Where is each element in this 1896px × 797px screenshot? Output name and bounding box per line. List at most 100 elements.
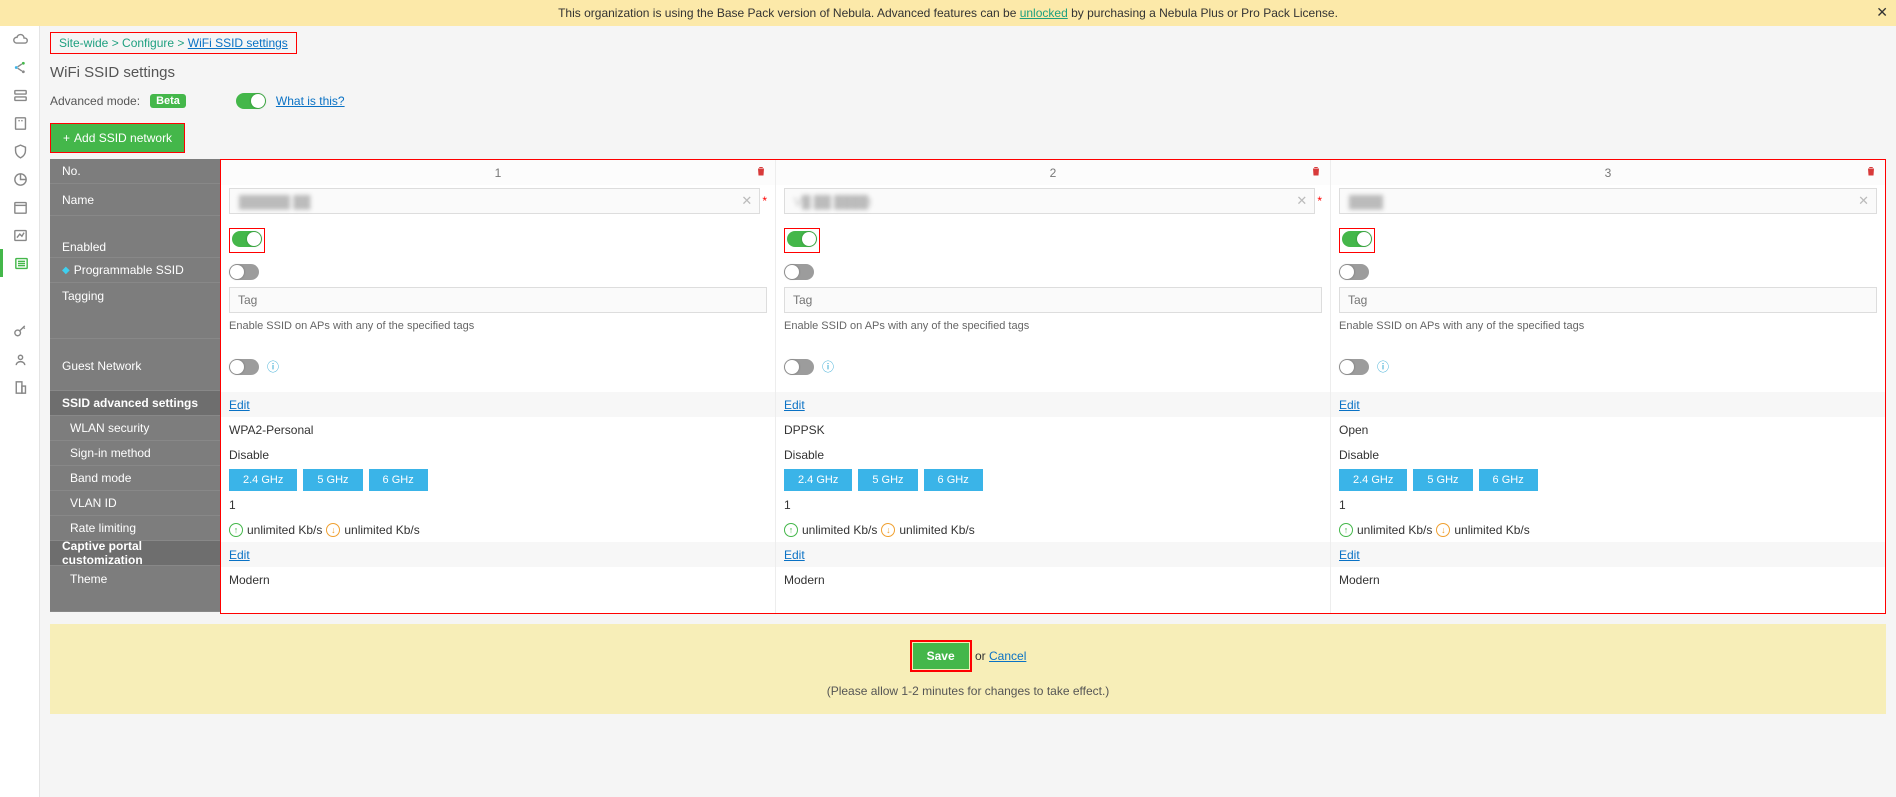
rate-cell: ↑unlimited Kb/s ↓unlimited Kb/s (221, 517, 775, 542)
trash-icon[interactable] (1865, 165, 1877, 180)
nav-cloud-icon[interactable] (0, 25, 40, 53)
edit-link[interactable]: Edit (784, 548, 805, 562)
footer-bar: Save or Cancel (Please allow 1-2 minutes… (50, 624, 1886, 714)
rate-down-icon: ↓ (326, 523, 340, 537)
save-button[interactable]: Save (913, 643, 969, 669)
label-ssid-advanced: SSID advanced settings (50, 391, 220, 416)
name-cell: V█ ██ ████t✕* (776, 185, 1330, 217)
tag-input[interactable] (784, 287, 1322, 313)
nav-shield-icon[interactable] (0, 137, 40, 165)
nav-share-icon[interactable] (0, 53, 40, 81)
sidebar (0, 0, 40, 797)
signin-cell: Disable (221, 442, 775, 467)
vlan-cell: 1 (1331, 492, 1885, 517)
band-chip: 6 GHz (369, 469, 428, 491)
label-wlan-security: WLAN security (50, 416, 220, 441)
label-captive-portal: Captive portal customization (50, 541, 220, 566)
breadcrumb-sitewide[interactable]: Site-wide (59, 36, 108, 50)
ssid-name-input[interactable] (229, 188, 760, 214)
nav-org-icon[interactable] (0, 109, 40, 137)
col-number: 2 (1050, 166, 1057, 180)
clear-icon[interactable]: ✕ (1296, 193, 1307, 209)
clear-icon[interactable]: ✕ (741, 193, 752, 209)
guest-toggle[interactable] (229, 359, 259, 375)
edit-link[interactable]: Edit (1339, 398, 1360, 412)
programmable-toggle[interactable] (784, 264, 814, 280)
col-header: 1 (221, 160, 775, 185)
nav-server-icon[interactable] (0, 81, 40, 109)
tag-input[interactable] (1339, 287, 1877, 313)
banner-unlock-link[interactable]: unlocked (1020, 6, 1068, 20)
enabled-toggle[interactable] (1342, 231, 1372, 247)
ssid-name-input[interactable] (1339, 188, 1877, 214)
label-name: Name (50, 184, 220, 216)
nav-user-icon[interactable] (0, 345, 40, 373)
nav-calendar-icon[interactable] (0, 193, 40, 221)
nav-key-icon[interactable] (0, 317, 40, 345)
band-chip: 6 GHz (924, 469, 983, 491)
breadcrumb-configure[interactable]: Configure (122, 36, 174, 50)
row-labels-panel: No. Name Enabled ◆Programmable SSID Tagg… (50, 159, 220, 614)
label-band: Band mode (50, 466, 220, 491)
label-no: No. (50, 159, 220, 184)
info-icon[interactable]: ⓘ (267, 358, 279, 375)
enabled-toggle[interactable] (232, 231, 262, 247)
cancel-link[interactable]: Cancel (989, 649, 1026, 663)
banner-text-pre: This organization is using the Base Pack… (558, 6, 1020, 20)
edit-link[interactable]: Edit (784, 398, 805, 412)
band-chip: 2.4 GHz (784, 469, 852, 491)
tagging-cell: Enable SSID on APs with any of the speci… (776, 284, 1330, 340)
page-title: WiFi SSID settings (50, 64, 1886, 81)
enabled-cell (776, 217, 1330, 259)
label-enabled: Enabled (50, 216, 220, 258)
security-cell: Open (1331, 417, 1885, 442)
guest-toggle[interactable] (784, 359, 814, 375)
name-cell: ██████ ██✕* (221, 185, 775, 217)
what-is-this-link[interactable]: What is this? (276, 94, 345, 108)
advanced-mode-toggle[interactable] (236, 93, 266, 109)
nav-chart-icon[interactable] (0, 221, 40, 249)
banner-text-post: by purchasing a Nebula Plus or Pro Pack … (1068, 6, 1338, 20)
label-vlan: VLAN ID (50, 491, 220, 516)
tag-help-text: Enable SSID on APs with any of the speci… (776, 316, 1330, 336)
adv-header-cell: Edit (776, 392, 1330, 417)
tagging-cell: Enable SSID on APs with any of the speci… (1331, 284, 1885, 340)
programmable-toggle[interactable] (1339, 264, 1369, 280)
trash-icon[interactable] (1310, 165, 1322, 180)
info-icon[interactable]: ⓘ (1377, 358, 1389, 375)
adv-header-cell: Edit (1331, 392, 1885, 417)
ssid-column: 2 V█ ██ ████t✕* Enable SSID on APs with an… (776, 160, 1331, 613)
info-icon[interactable]: ⓘ (822, 358, 834, 375)
nav-building-icon[interactable] (0, 373, 40, 401)
banner-close-icon[interactable]: ✕ (1876, 4, 1888, 21)
guest-cell: ⓘ (776, 340, 1330, 392)
ssid-columns: 1██████ ██✕*Enable SSID on APs with any … (220, 159, 1886, 614)
ssid-column: 3████✕Enable SSID on APs with any of the… (1331, 160, 1885, 613)
cp-header-cell: Edit (1331, 542, 1885, 567)
tag-help-text: Enable SSID on APs with any of the speci… (1331, 316, 1885, 336)
ssid-name-input[interactable] (784, 188, 1315, 214)
guest-cell: ⓘ (221, 340, 775, 392)
tag-input[interactable] (229, 287, 767, 313)
required-star: * (762, 194, 767, 208)
nav-list-icon[interactable] (0, 249, 40, 277)
edit-link[interactable]: Edit (1339, 548, 1360, 562)
enabled-toggle[interactable] (787, 231, 817, 247)
signin-cell: Disable (1331, 442, 1885, 467)
add-ssid-button[interactable]: + Add SSID network (51, 124, 184, 152)
name-cell: ████✕ (1331, 185, 1885, 217)
breadcrumb-wifi-settings[interactable]: WiFi SSID settings (188, 36, 288, 50)
edit-link[interactable]: Edit (229, 398, 250, 412)
col-header: 2 (776, 160, 1330, 185)
edit-link[interactable]: Edit (229, 548, 250, 562)
security-cell: DPPSK (776, 417, 1330, 442)
programmable-toggle[interactable] (229, 264, 259, 280)
clear-icon[interactable]: ✕ (1858, 193, 1869, 209)
band-chip: 5 GHz (303, 469, 362, 491)
rate-up-icon: ↑ (229, 523, 243, 537)
ssid-column: 1██████ ██✕*Enable SSID on APs with any … (221, 160, 776, 613)
guest-toggle[interactable] (1339, 359, 1369, 375)
trash-icon[interactable] (755, 165, 767, 180)
nav-pie-icon[interactable] (0, 165, 40, 193)
band-chip: 5 GHz (1413, 469, 1472, 491)
